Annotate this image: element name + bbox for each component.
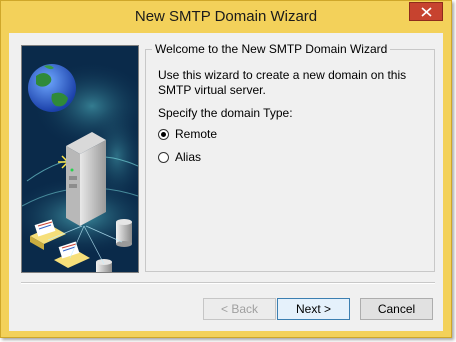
title-bar[interactable]: New SMTP Domain Wizard [1, 1, 451, 33]
radio-alias-label[interactable]: Alias [175, 150, 201, 164]
footer-divider [21, 282, 435, 284]
radio-remote[interactable]: Remote [158, 126, 217, 142]
dialog-client-area: Welcome to the New SMTP Domain Wizard Us… [9, 33, 443, 331]
wizard-window: New SMTP Domain Wizard Welcome to the Ne… [0, 0, 452, 338]
close-icon [421, 7, 432, 17]
back-button[interactable]: < Back [203, 298, 276, 320]
wizard-description: Use this wizard to create a new domain o… [158, 68, 407, 97]
radio-alias[interactable]: Alias [158, 149, 201, 165]
radio-remote-label[interactable]: Remote [175, 127, 217, 141]
smtp-server-globe-illustration [22, 46, 138, 272]
domain-type-label: Specify the domain Type: [158, 106, 293, 120]
radio-remote-indicator[interactable] [158, 128, 169, 140]
radio-alias-indicator[interactable] [158, 151, 169, 163]
welcome-group: Welcome to the New SMTP Domain Wizard Us… [145, 42, 435, 272]
next-button[interactable]: Next > [277, 298, 350, 320]
cancel-button[interactable]: Cancel [360, 298, 433, 320]
group-caption: Welcome to the New SMTP Domain Wizard [152, 42, 391, 56]
window-title: New SMTP Domain Wizard [134, 8, 318, 25]
wizard-illustration [21, 45, 139, 273]
close-button[interactable] [409, 2, 443, 21]
